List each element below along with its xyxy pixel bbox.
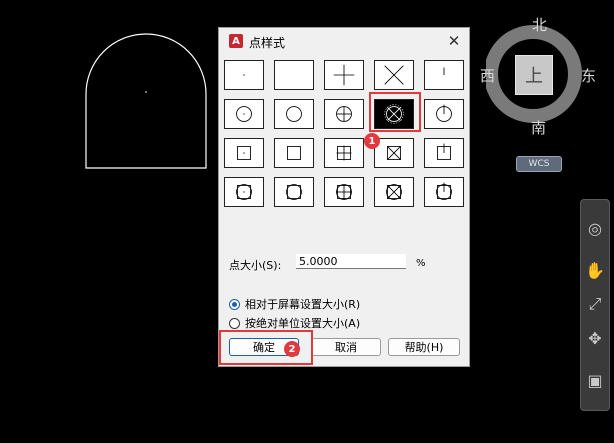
point-size-label: 点大小(S): <box>229 259 282 272</box>
radio-absolute-indicator[interactable] <box>229 317 240 329</box>
wcs-menu[interactable]: WCS <box>516 156 562 172</box>
help-button[interactable]: 帮助(H) <box>388 338 460 356</box>
point-style-square-cross[interactable] <box>374 138 414 168</box>
square-cross-icon <box>387 146 401 160</box>
point-style-circle-plus[interactable] <box>324 99 364 129</box>
plus-icon <box>333 64 355 86</box>
circsq-dot-icon <box>236 184 252 200</box>
point-style-cross[interactable] <box>374 60 414 90</box>
point-style-square-dot[interactable] <box>224 138 264 168</box>
radio-relative-indicator[interactable] <box>229 298 240 310</box>
point-size-input[interactable] <box>296 254 406 269</box>
point-style-none[interactable] <box>274 60 314 90</box>
compass-south[interactable]: 南 <box>531 121 546 136</box>
showmotion-icon[interactable]: ▣ <box>583 368 607 392</box>
compass-west[interactable]: 西 <box>480 69 495 84</box>
point-style-circsq[interactable] <box>274 177 314 207</box>
compass-north[interactable]: 北 <box>532 18 547 33</box>
highlight-selected-style <box>369 92 421 132</box>
arch-shape <box>85 33 207 169</box>
point-style-plus[interactable] <box>324 60 364 90</box>
dialog-title: 点样式 <box>249 36 286 50</box>
point-style-circsq-plus[interactable] <box>324 177 364 207</box>
step-marker-2: 2 <box>284 341 300 357</box>
point-style-grid <box>223 60 467 240</box>
circsq-cross-icon <box>386 184 402 200</box>
dot-icon <box>243 74 245 76</box>
point-style-dot[interactable] <box>224 60 264 90</box>
radio-relative-to-screen[interactable]: 相对于屏幕设置大小(R) <box>229 296 360 312</box>
square-dot-icon <box>237 146 251 160</box>
radio-absolute-units[interactable]: 按绝对单位设置大小(A) <box>229 315 360 331</box>
compass-east[interactable]: 东 <box>581 69 596 84</box>
navigation-bar: ◎ ✋ ⤢ ✥ ▣ <box>580 199 610 411</box>
circsq-icon <box>286 184 302 200</box>
square-icon <box>287 146 301 160</box>
tick-icon <box>443 67 445 75</box>
circle-dot-icon <box>236 106 252 122</box>
circsq-plus-icon <box>336 184 352 200</box>
point-style-circle-dot[interactable] <box>224 99 264 129</box>
orbit-icon[interactable]: ✥ <box>583 326 607 350</box>
none-icon <box>275 61 313 89</box>
point-style-tick[interactable] <box>424 60 464 90</box>
steering-wheel-icon[interactable]: ◎ <box>583 216 607 240</box>
point-marker <box>145 91 147 93</box>
point-style-circsq-cross[interactable] <box>374 177 414 207</box>
square-plus-icon <box>336 145 352 161</box>
circle-tick-icon <box>436 104 452 122</box>
cube-top-face[interactable]: 上 <box>515 55 553 95</box>
point-style-square-plus[interactable] <box>324 138 364 168</box>
radio-absolute-label: 按绝对单位设置大小(A) <box>245 317 361 330</box>
point-style-dialog: A 点样式 ✕ 点大小(S): % 相对于屏幕设置大小(R) 按绝对单位设置大小… <box>218 27 470 367</box>
point-style-circsq-tick[interactable] <box>424 177 464 207</box>
point-size-unit: % <box>416 258 426 269</box>
zoom-icon[interactable]: ⤢ <box>583 292 607 316</box>
point-style-square-tick[interactable] <box>424 138 464 168</box>
view-cube[interactable]: 北 南 东 西 上 <box>480 18 596 138</box>
close-icon[interactable]: ✕ <box>445 32 463 50</box>
circle-icon <box>286 106 302 122</box>
point-style-circsq-dot[interactable] <box>224 177 264 207</box>
title-bar[interactable]: A 点样式 ✕ <box>219 28 469 56</box>
radio-relative-label: 相对于屏幕设置大小(R) <box>245 298 361 311</box>
circle-plus-icon <box>336 106 352 122</box>
pan-icon[interactable]: ✋ <box>583 258 607 282</box>
point-style-circle[interactable] <box>274 99 314 129</box>
autocad-logo-icon: A <box>229 34 243 48</box>
circsq-tick-icon <box>436 182 452 200</box>
point-style-circle-tick[interactable] <box>424 99 464 129</box>
point-style-square[interactable] <box>274 138 314 168</box>
step-marker-1: 1 <box>364 133 380 149</box>
cancel-button[interactable]: 取消 <box>311 338 381 356</box>
cross-icon <box>384 65 404 85</box>
square-tick-icon <box>437 143 451 160</box>
